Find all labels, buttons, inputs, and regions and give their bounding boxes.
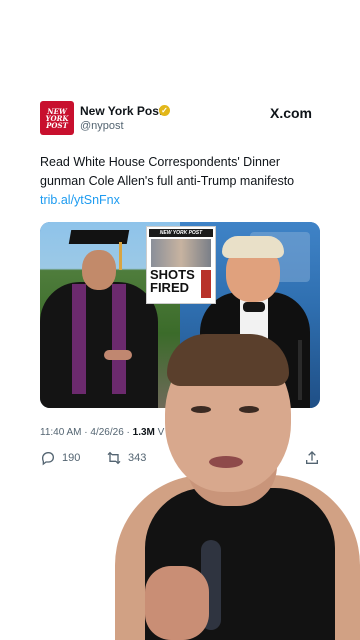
x-com-label: X.com	[269, 105, 312, 121]
reply-button[interactable]: 190	[40, 450, 80, 466]
tweet-text: Read White House Correspondents' Dinner …	[40, 155, 295, 188]
reply-count: 190	[62, 452, 81, 464]
newspaper-sidebar	[201, 270, 211, 298]
newspaper-photo	[151, 239, 211, 267]
newspaper-masthead: NEW YORK POST	[149, 229, 213, 237]
video-frame: NEW YORK POST New York Post ✓ @nypost X.…	[0, 0, 360, 640]
account-name[interactable]: New York Post	[80, 104, 163, 118]
creator-video-overlay	[105, 330, 360, 640]
account-handle[interactable]: @nypost	[80, 120, 124, 132]
tweet-header: NEW YORK POST New York Post ✓ @nypost X.…	[40, 101, 320, 135]
nypost-logo[interactable]: NEW YORK POST	[40, 101, 74, 135]
tweet-link[interactable]: trib.al/ytSnFnx	[40, 191, 120, 210]
newspaper-headline: SHOTS FIRED	[150, 267, 195, 295]
reply-icon	[40, 450, 56, 466]
logo-line: POST	[46, 120, 68, 130]
newspaper-cover: NEW YORK POST SHOTS FIRED	[146, 226, 216, 304]
verified-badge-icon: ✓	[159, 105, 170, 116]
